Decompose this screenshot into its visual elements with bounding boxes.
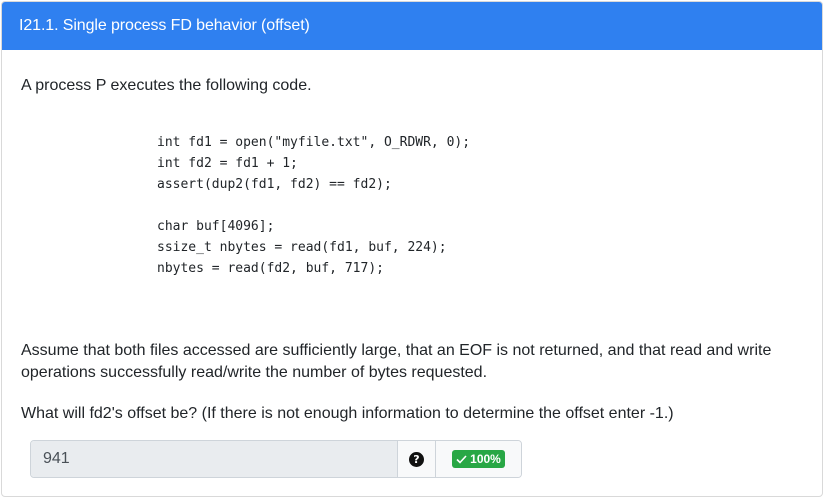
answer-input-group: 941 ? 100% bbox=[30, 440, 522, 478]
answer-input[interactable]: 941 bbox=[31, 441, 398, 477]
code-block: int fd1 = open("myfile.txt", O_RDWR, 0);… bbox=[157, 135, 471, 276]
assumption-text: Assume that both files accessed are suff… bbox=[21, 342, 772, 381]
intro-text: A process P executes the following code. bbox=[21, 77, 312, 94]
check-icon bbox=[456, 454, 467, 464]
help-button[interactable]: ? bbox=[398, 441, 436, 477]
question-text: What will fd2's offset be? (If there is … bbox=[21, 405, 674, 422]
question-title: I21.1. Single process FD behavior (offse… bbox=[19, 17, 310, 34]
card-header: I21.1. Single process FD behavior (offse… bbox=[2, 2, 822, 50]
question-circle-icon: ? bbox=[409, 451, 424, 467]
score-addon: 100% bbox=[436, 441, 521, 477]
question-card: I21.1. Single process FD behavior (offse… bbox=[1, 1, 823, 497]
score-label: 100% bbox=[470, 452, 501, 466]
score-badge: 100% bbox=[452, 450, 505, 468]
